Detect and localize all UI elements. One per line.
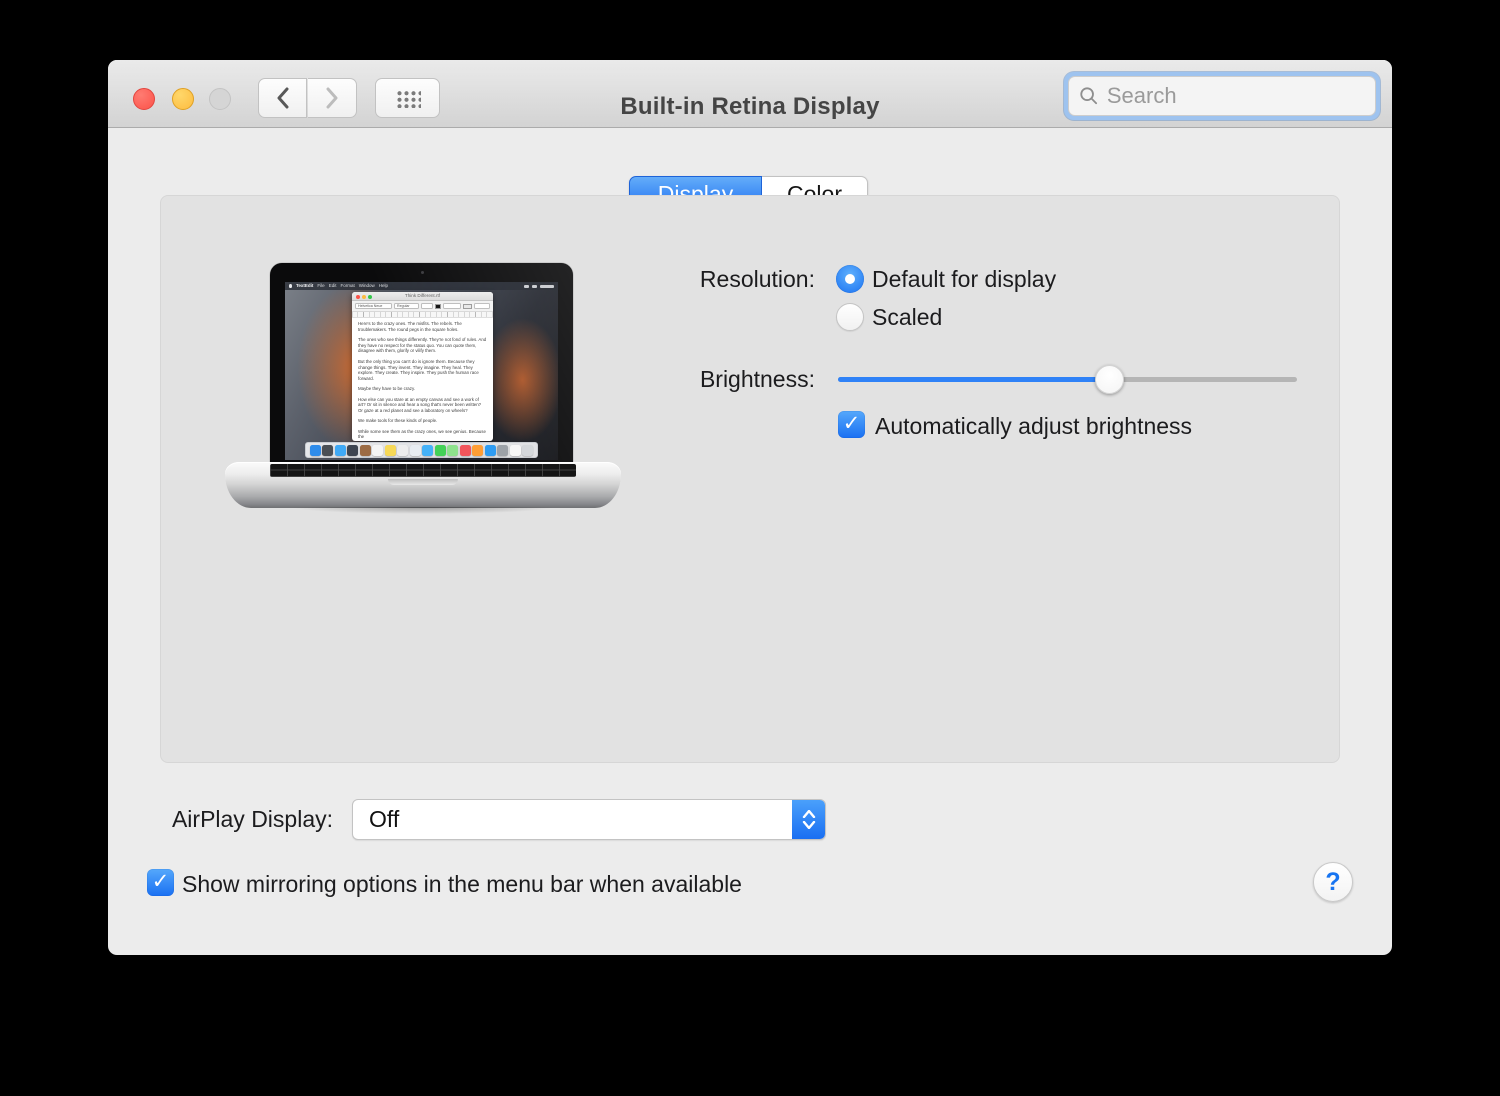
menu-app-name: TextEdit	[296, 283, 314, 288]
textedit-paragraph: Maybe they have to be crazy.	[358, 386, 416, 392]
macbook-base	[225, 462, 621, 508]
notes-dock-icon	[384, 444, 396, 456]
radio-default-for-display[interactable]	[836, 265, 864, 293]
help-button[interactable]: ?	[1313, 862, 1353, 902]
airplay-display-label: AirPlay Display:	[171, 806, 333, 832]
textedit-text: Here's to the crazy ones. The misfits. T…	[352, 318, 493, 441]
macbook-preview-lid: TextEdit File Edit Format Window Help Think …	[270, 263, 573, 464]
search-icon	[1080, 87, 1098, 105]
radio-scaled-label[interactable]: Scaled	[872, 304, 942, 331]
menu-status-icons	[524, 284, 554, 288]
macbook-keyboard	[270, 464, 576, 477]
contacts-dock-icon	[359, 444, 371, 456]
system-preferences-dock-icon	[497, 444, 509, 456]
textedit-title-bar: Think Different.rtf	[352, 292, 493, 301]
spacing-chip	[474, 303, 490, 309]
safari-dock-icon	[334, 444, 346, 456]
macbook-lid-notch	[388, 479, 458, 485]
laptop-menu-items: File Edit Format Window Help	[317, 282, 388, 290]
itunes-dock-icon	[459, 444, 471, 456]
photos-dock-icon	[409, 444, 421, 456]
radio-default-label[interactable]: Default for display	[872, 266, 1056, 293]
menu-item-format: Format	[340, 283, 355, 288]
textedit-paragraph: The ones who see things differently. The…	[358, 337, 487, 354]
textedit-paragraph: How else can you stare at an empty canva…	[358, 396, 482, 413]
textedit-document-title: Think Different.rtf	[404, 293, 441, 298]
alignment-buttons	[463, 303, 472, 309]
menu-item-window: Window	[358, 283, 375, 288]
dock	[305, 442, 538, 458]
trash-dock-icon	[522, 444, 534, 456]
textedit-toolbar: Helvetica Neue Regular	[352, 301, 493, 312]
launchpad-dock-icon	[322, 444, 334, 456]
text-color-swatch	[435, 303, 441, 309]
finder-dock-icon	[309, 444, 321, 456]
textedit-paragraph: But the only thing you can't do is ignor…	[358, 358, 479, 381]
bold-italic-underline-chip	[443, 303, 461, 309]
font-family-chip: Helvetica Neue	[355, 303, 392, 309]
system-preferences-window: Built-in Retina Display Display Color Te…	[108, 60, 1392, 955]
textedit-paragraph: While some see them as the crazy ones, w…	[358, 428, 486, 440]
calendar-dock-icon	[372, 444, 384, 456]
photo-booth-dock-icon	[347, 444, 359, 456]
select-stepper-icon	[792, 800, 825, 839]
slider-thumb[interactable]	[1094, 365, 1124, 394]
brightness-slider[interactable]	[838, 364, 1297, 396]
app-store-dock-icon	[484, 444, 496, 456]
radio-scaled[interactable]	[836, 303, 864, 331]
slider-fill	[838, 377, 1109, 382]
macbook-screen-wallpaper: TextEdit File Edit Format Window Help Think …	[285, 282, 558, 460]
auto-brightness-checkbox[interactable]	[838, 411, 865, 438]
resolution-label: Resolution:	[699, 266, 815, 292]
auto-brightness-label[interactable]: Automatically adjust brightness	[875, 413, 1192, 440]
menu-item-file: File	[317, 283, 325, 288]
search-focus-ring	[1064, 72, 1380, 120]
airplay-display-select[interactable]: Off	[352, 799, 826, 840]
reminders-dock-icon	[397, 444, 409, 456]
maps-dock-icon	[447, 444, 459, 456]
facetime-dock-icon	[434, 444, 446, 456]
search-field[interactable]	[1068, 76, 1376, 116]
ibooks-dock-icon	[472, 444, 484, 456]
messages-dock-icon	[422, 444, 434, 456]
textedit-doc-dock-icon	[509, 444, 521, 456]
airplay-selected-value: Off	[369, 806, 400, 832]
title-bar[interactable]: Built-in Retina Display	[108, 60, 1392, 128]
textedit-window: Think Different.rtf Helvetica Neue Regul…	[352, 292, 493, 441]
show-mirroring-label[interactable]: Show mirroring options in the menu bar w…	[182, 871, 742, 898]
macbook-shadow	[235, 507, 611, 517]
textedit-paragraph: We make tools for these kinds of people.	[358, 418, 438, 424]
menu-item-help: Help	[378, 283, 388, 288]
font-style-chip: Regular	[394, 303, 419, 309]
textedit-paragraph: Here's to the crazy ones. The misfits. T…	[358, 321, 462, 332]
font-size-chip	[421, 303, 433, 309]
menu-item-edit: Edit	[328, 283, 337, 288]
search-input[interactable]	[1106, 83, 1365, 109]
brightness-label: Brightness:	[699, 366, 815, 392]
show-mirroring-checkbox[interactable]	[147, 869, 174, 896]
camera-dot	[420, 271, 424, 274]
apple-icon	[289, 284, 292, 288]
laptop-menu-bar: TextEdit File Edit Format Window Help	[285, 282, 558, 290]
